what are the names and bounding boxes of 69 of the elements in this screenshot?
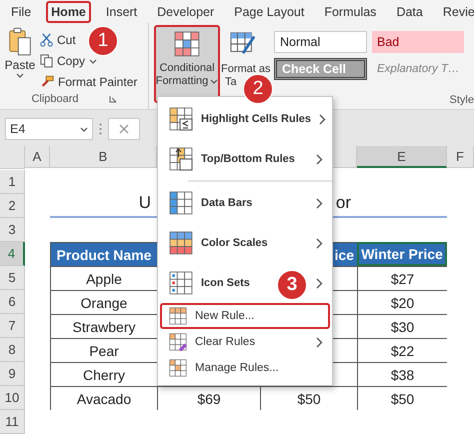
column-header[interactable]: A (25, 146, 50, 168)
ribbon-tab[interactable]: Revie (438, 0, 474, 22)
paintbrush-icon (40, 75, 54, 89)
chevron-right-icon (316, 336, 323, 348)
conditional-formatting-icon (174, 31, 200, 57)
scissors-icon (40, 33, 53, 47)
new-rule-icon (169, 307, 187, 325)
format-painter-button[interactable]: Format Painter (40, 73, 138, 91)
caret-icon (80, 126, 88, 132)
column-header[interactable]: F (447, 146, 474, 168)
table-less-than-icon (169, 107, 193, 131)
table-top-ten-icon (169, 147, 193, 171)
close-icon (119, 124, 129, 134)
conditional-formatting-button[interactable]: Conditional Formatting (154, 25, 220, 103)
group-label: Clipboard (31, 92, 79, 104)
table-brush-icon (229, 31, 257, 57)
cell-style-option[interactable]: Explanatory T… (372, 58, 464, 80)
column-header[interactable]: B (50, 146, 157, 168)
menu-item[interactable]: Clear Rules (160, 329, 330, 355)
row-header[interactable]: 2 (0, 194, 25, 218)
row-header[interactable]: 10 (0, 386, 25, 410)
column-header[interactable]: E (357, 146, 447, 168)
menu-item[interactable]: Manage Rules... (160, 355, 330, 381)
chevron-right-icon (316, 154, 323, 164)
ribbon-tab[interactable]: Formulas (319, 0, 382, 22)
vertical-dots-icon (99, 123, 102, 135)
table-cell: U (50, 194, 157, 218)
name-box[interactable]: E4 (5, 118, 93, 140)
data-bars-icon (169, 191, 193, 215)
cancel-button[interactable] (108, 118, 140, 140)
copy-button[interactable]: Copy (40, 52, 98, 70)
dialog-launcher-icon[interactable] (108, 94, 117, 102)
copy-icon (40, 54, 53, 68)
caret-icon (210, 79, 218, 84)
row-header[interactable]: 8 (0, 338, 25, 362)
ribbon-tab[interactable]: Insert (100, 0, 142, 22)
row-header[interactable]: 4 (0, 242, 25, 266)
ribbon-tab[interactable]: File (6, 0, 36, 22)
ribbon-tab[interactable]: Data (391, 0, 428, 22)
row-header[interactable]: 5 (0, 266, 25, 290)
row-header[interactable]: 7 (0, 314, 25, 338)
row-header[interactable]: 9 (0, 362, 25, 386)
cell-style-option[interactable]: Normal (274, 31, 367, 53)
cut-button[interactable]: Cut (40, 31, 76, 49)
header-cell: Product Name (50, 242, 158, 267)
chevron-right-icon (316, 278, 323, 288)
row-header[interactable]: 1 (0, 170, 25, 194)
eraser-table-icon (169, 333, 187, 351)
chevron-right-icon (319, 114, 326, 124)
caret-icon (89, 58, 98, 64)
cell-style-option[interactable]: Bad (372, 31, 464, 53)
step-badge: 3 (277, 270, 307, 300)
row-header[interactable]: 3 (0, 218, 25, 242)
menu-item[interactable]: Top/Bottom Rules (160, 139, 330, 179)
icon-sets-icon (169, 271, 193, 295)
clipboard-icon (8, 27, 32, 57)
ribbon-tab[interactable]: Page Layout (229, 0, 310, 22)
ribbon-tab[interactable]: Developer (152, 0, 220, 22)
color-scale-icon (169, 231, 193, 255)
paste-button[interactable]: Paste (4, 58, 36, 72)
header-cell: Winter Price (357, 242, 447, 266)
chevron-right-icon (316, 238, 323, 248)
chevron-right-icon (316, 198, 323, 208)
group-label: Style (450, 94, 474, 106)
caret-icon (16, 73, 24, 78)
menu-item[interactable]: New Rule... (160, 303, 330, 329)
row-header[interactable]: 11 (0, 410, 25, 434)
manage-rules-icon (169, 359, 187, 377)
row-header[interactable]: 6 (0, 290, 25, 314)
